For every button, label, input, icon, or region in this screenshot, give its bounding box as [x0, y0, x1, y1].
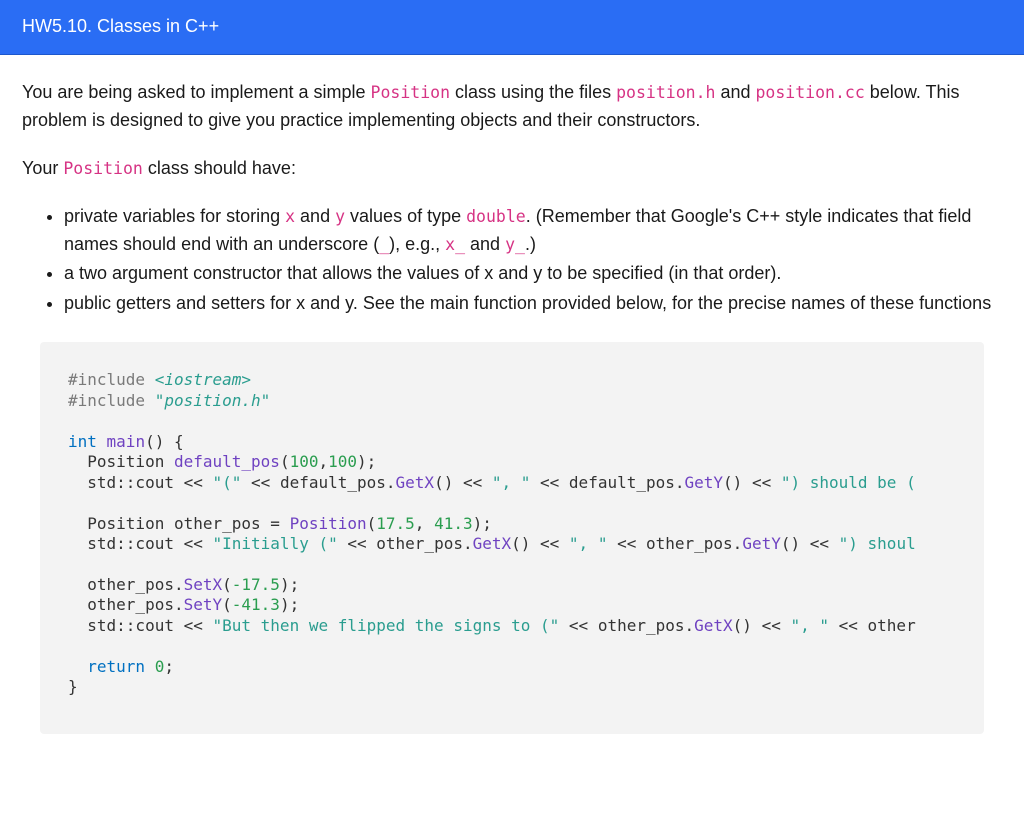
tok-plain: other_pos.	[68, 595, 184, 614]
tok-plain: Position	[68, 452, 174, 471]
tok-string: "("	[213, 473, 242, 492]
code-y: y	[335, 207, 345, 226]
tok-keyword: return	[68, 657, 145, 676]
tok-plain: );	[280, 595, 299, 614]
tok-string: ", "	[790, 616, 829, 635]
tok-plain: << other_pos.	[559, 616, 694, 635]
tok-plain: std::cout <<	[68, 534, 213, 553]
li-text: private variables for storing	[64, 206, 285, 226]
code-y-underscore: y_	[505, 235, 525, 254]
code-position: Position	[63, 159, 142, 178]
tok-plain: () <<	[723, 473, 781, 492]
tok-plain: );	[473, 514, 492, 533]
tok-plain: (	[280, 452, 290, 471]
intro-paragraph: You are being asked to implement a simpl…	[22, 79, 1002, 135]
intro-text: class using the files	[450, 82, 616, 102]
list-item: a two argument constructor that allows t…	[64, 260, 1002, 288]
li-text: and	[295, 206, 335, 226]
tok-plain: std::cout <<	[68, 473, 213, 492]
page-title-banner: HW5.10. Classes in C++	[0, 0, 1024, 55]
tok-function: GetX	[473, 534, 512, 553]
tok-plain: << other_pos.	[607, 534, 742, 553]
tok-number: 17.5	[376, 514, 415, 533]
li-text: and	[465, 234, 505, 254]
tok-angle-include: <iostream>	[155, 370, 251, 389]
code-position: Position	[371, 83, 450, 102]
tok-string: "Initially ("	[213, 534, 338, 553]
tok-number: 100	[290, 452, 319, 471]
tok-function: GetX	[694, 616, 733, 635]
tok-plain: << default_pos.	[241, 473, 395, 492]
tok-function: main	[97, 432, 145, 451]
tok-plain: () <<	[434, 473, 492, 492]
tok-plain: << other	[829, 616, 916, 635]
code-position-cc: position.cc	[756, 83, 865, 102]
tok-plain: () {	[145, 432, 184, 451]
tok-string: ") should be (	[781, 473, 916, 492]
lead-paragraph: Your Position class should have:	[22, 155, 1002, 183]
lead-text: class should have:	[143, 158, 296, 178]
tok-preprocessor: #include	[68, 370, 155, 389]
tok-function: Position	[290, 514, 367, 533]
tok-plain: ,	[415, 514, 434, 533]
tok-plain: (	[222, 575, 232, 594]
code-x: x	[285, 207, 295, 226]
tok-number: -41.3	[232, 595, 280, 614]
tok-plain: () <<	[511, 534, 569, 553]
code-underscore: _	[379, 235, 389, 254]
li-text: .)	[525, 234, 536, 254]
tok-function: GetX	[396, 473, 435, 492]
code-position-h: position.h	[616, 83, 715, 102]
tok-number: 41.3	[434, 514, 473, 533]
tok-string-include: "position.h"	[155, 391, 271, 410]
tok-plain: ,	[318, 452, 328, 471]
li-text: values of type	[345, 206, 466, 226]
tok-plain: Position other_pos =	[68, 514, 290, 533]
code-double: double	[466, 207, 526, 226]
lead-text: Your	[22, 158, 63, 178]
tok-number: -17.5	[232, 575, 280, 594]
requirements-list: private variables for storing x and y va…	[22, 203, 1002, 319]
tok-string: "But then we flipped the signs to ("	[213, 616, 560, 635]
problem-body: You are being asked to implement a simpl…	[0, 55, 1024, 734]
tok-plain: () <<	[781, 534, 839, 553]
tok-plain: other_pos.	[68, 575, 184, 594]
tok-function: GetY	[742, 534, 781, 553]
tok-number: 100	[328, 452, 357, 471]
code-block: #include <iostream> #include "position.h…	[40, 342, 984, 734]
intro-text: and	[715, 82, 755, 102]
tok-plain: << default_pos.	[530, 473, 684, 492]
tok-plain: }	[68, 677, 78, 696]
tok-string: ") shoul	[839, 534, 916, 553]
tok-function: default_pos	[174, 452, 280, 471]
list-item: private variables for storing x and y va…	[64, 203, 1002, 259]
tok-keyword: int	[68, 432, 97, 451]
tok-string: ", "	[492, 473, 531, 492]
tok-plain: () <<	[733, 616, 791, 635]
page-title: HW5.10. Classes in C++	[22, 16, 219, 36]
list-item: public getters and setters for x and y. …	[64, 290, 1002, 318]
tok-string: ", "	[569, 534, 608, 553]
tok-number: 0	[145, 657, 164, 676]
intro-text: You are being asked to implement a simpl…	[22, 82, 371, 102]
code-x-underscore: x_	[445, 235, 465, 254]
tok-plain: std::cout <<	[68, 616, 213, 635]
tok-plain: (	[222, 595, 232, 614]
tok-plain: );	[280, 575, 299, 594]
tok-plain: ;	[164, 657, 174, 676]
tok-function: GetY	[685, 473, 724, 492]
tok-plain: );	[357, 452, 376, 471]
tok-plain: << other_pos.	[338, 534, 473, 553]
li-text: ), e.g.,	[389, 234, 445, 254]
tok-preprocessor: #include	[68, 391, 155, 410]
tok-function: SetX	[184, 575, 223, 594]
tok-function: SetY	[184, 595, 223, 614]
tok-plain: (	[367, 514, 377, 533]
